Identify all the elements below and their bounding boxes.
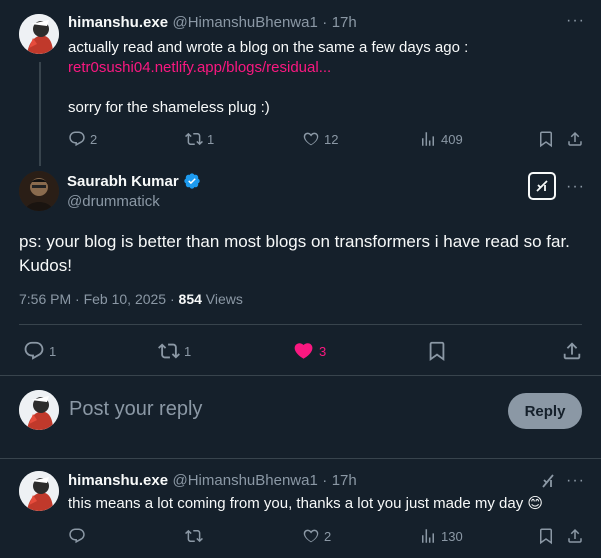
tweet3-text: this means a lot coming from you, thanks…	[68, 495, 544, 512]
tweet3-author-name[interactable]: himanshu.exe	[68, 472, 168, 489]
main-tweet-like-button[interactable]: 3	[293, 340, 326, 362]
tweet1-like-button[interactable]: 12	[302, 130, 338, 148]
bookmark-icon	[426, 340, 448, 362]
tweet1-more-icon[interactable]: ···	[566, 12, 585, 30]
share-icon	[566, 527, 584, 545]
tweet1-author-name[interactable]: himanshu.exe	[68, 14, 168, 31]
tweet1-text-line: sorry for the shameless plug :)	[68, 99, 270, 116]
main-tweet-reply-button[interactable]: 1	[23, 340, 56, 362]
divider	[0, 458, 601, 459]
tweet3-views-button[interactable]: 130	[419, 527, 463, 545]
reply-icon	[68, 527, 86, 545]
main-tweet-author: Saurabh Kumar	[67, 172, 201, 190]
main-tweet-share-button[interactable]	[561, 340, 583, 362]
main-tweet-view-count: 854	[178, 291, 202, 307]
main-tweet-author-name[interactable]: Saurabh Kumar	[67, 173, 179, 190]
tweet1-like-count: 12	[324, 131, 339, 147]
tweet3-like-button[interactable]: 2	[302, 527, 331, 545]
bookmark-icon	[537, 130, 555, 148]
tweet1-body: actually read and wrote a blog on the sa…	[68, 38, 578, 118]
thread-line	[39, 62, 41, 166]
tweet3-views-count: 130	[441, 528, 463, 544]
divider	[19, 324, 582, 325]
main-tweet-bookmark-button[interactable]	[426, 340, 448, 362]
tweet1-share-button[interactable]	[566, 130, 584, 148]
heart-icon	[302, 130, 320, 148]
grok-icon[interactable]	[528, 172, 556, 200]
tweet3-bookmark-button[interactable]	[537, 527, 555, 545]
repost-icon	[185, 527, 203, 545]
tweet3-more-icon[interactable]: ···	[566, 472, 585, 490]
tweet1-timestamp[interactable]: 17h	[332, 14, 357, 31]
main-tweet-views-label: Views	[201, 291, 243, 307]
tweet3-share-button[interactable]	[566, 527, 584, 545]
tweet1-link[interactable]: retr0sushi04.netlify.app/blogs/residual.…	[68, 58, 578, 78]
tweet3-repost-button[interactable]	[185, 527, 207, 545]
avatar-himanshu[interactable]	[19, 471, 59, 511]
tweet1-reply-button[interactable]: 2	[68, 130, 97, 148]
bookmark-icon	[537, 527, 555, 545]
reply-input[interactable]: Post your reply	[69, 398, 202, 421]
composer-avatar[interactable]	[19, 390, 59, 430]
main-tweet-repost-button[interactable]: 1	[158, 340, 191, 362]
heart-filled-icon	[293, 340, 315, 362]
views-icon	[419, 130, 437, 148]
share-icon	[561, 340, 583, 362]
main-tweet-timestamp[interactable]: 7:56 PM · Feb 10, 2025 ·	[19, 291, 179, 307]
repost-icon	[158, 340, 180, 362]
tweet1-author-handle[interactable]: @HimanshuBhenwa1	[173, 14, 318, 31]
views-icon	[419, 527, 437, 545]
tweet3-like-count: 2	[324, 528, 332, 544]
avatar-himanshu[interactable]	[19, 14, 59, 54]
tweet1-text-line: actually read and wrote a blog on the sa…	[68, 39, 469, 56]
reply-icon	[68, 130, 86, 148]
main-tweet-text: ps: your blog is better than most blogs …	[19, 232, 570, 275]
tweet1-repost-count: 1	[207, 131, 215, 147]
main-tweet-like-count: 3	[319, 343, 327, 359]
tweet1-bookmark-button[interactable]	[537, 130, 555, 148]
avatar-saurabh[interactable]	[19, 171, 59, 211]
tweet1-header: himanshu.exe @HimanshuBhenwa1 · 17h	[68, 14, 357, 31]
tweet3-timestamp[interactable]: 17h	[332, 472, 357, 489]
tweet3-reply-button[interactable]	[68, 527, 90, 545]
verified-badge-icon[interactable]	[183, 172, 201, 190]
tweet1-views-button[interactable]: 409	[419, 130, 463, 148]
tweet1-views-count: 409	[441, 131, 463, 147]
main-tweet-more-icon[interactable]: ···	[566, 178, 585, 196]
tweet3-author-handle[interactable]: @HimanshuBhenwa1	[173, 472, 318, 489]
main-tweet-author-handle[interactable]: @drummatick	[67, 193, 160, 210]
reply-button[interactable]: Reply	[508, 393, 582, 429]
tweet1-repost-button[interactable]: 1	[185, 130, 214, 148]
divider	[0, 375, 601, 376]
main-tweet-repost-count: 1	[184, 343, 192, 359]
tweet1-reply-count: 2	[90, 131, 98, 147]
repost-icon	[185, 130, 203, 148]
heart-icon	[302, 527, 320, 545]
tweet3-header: himanshu.exe @HimanshuBhenwa1 · 17h	[68, 472, 357, 489]
grok-icon[interactable]	[540, 473, 556, 494]
reply-icon	[23, 340, 45, 362]
main-tweet-reply-count: 1	[49, 343, 57, 359]
main-tweet-meta: 7:56 PM · Feb 10, 2025 · 854 Views	[19, 291, 243, 307]
share-icon	[566, 130, 584, 148]
